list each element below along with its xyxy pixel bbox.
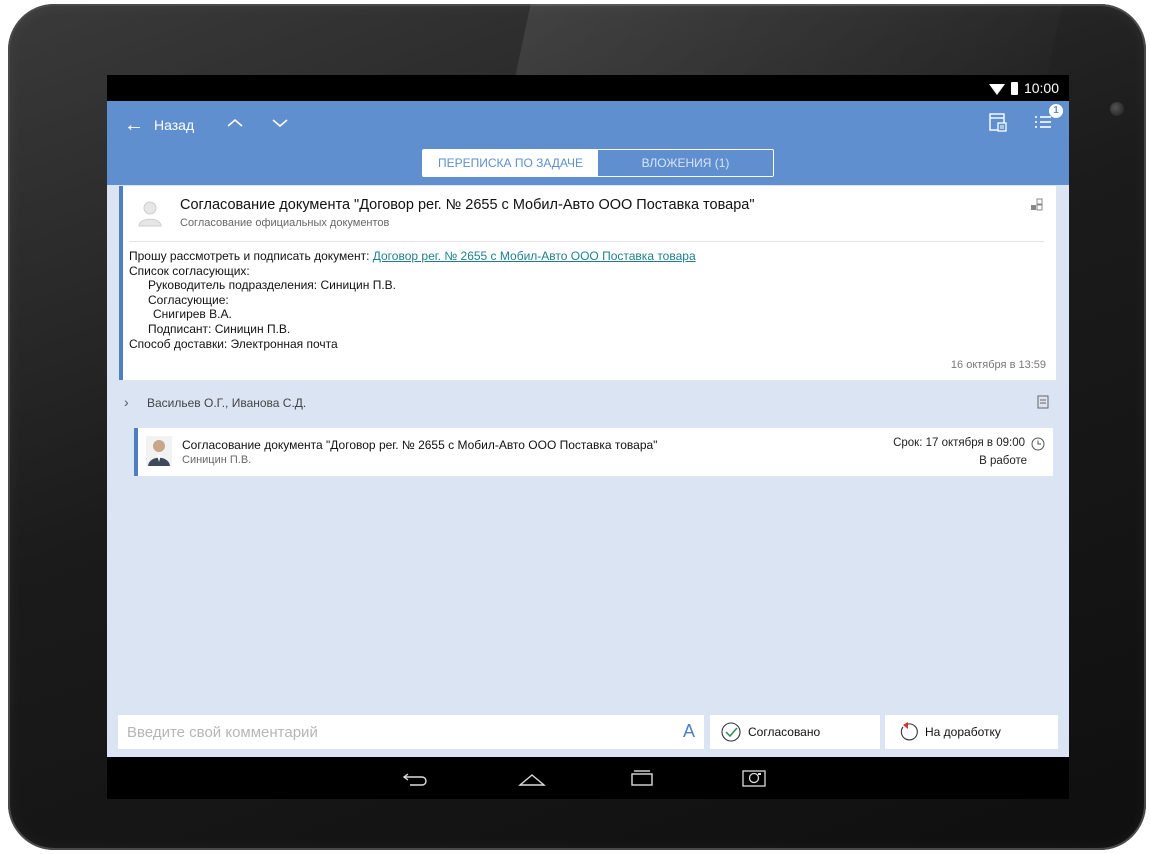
system-nav-bar — [107, 757, 1069, 799]
front-camera — [1110, 102, 1124, 116]
body-line: Снигирев В.А. — [153, 307, 232, 322]
tab-attachments[interactable]: ВЛОЖЕНИЯ (1) — [598, 150, 773, 176]
body-line: Согласующие: — [148, 292, 229, 307]
body-request-line: Прошу рассмотреть и подписать документ: … — [129, 249, 696, 264]
message-subtitle: Согласование официальных документов — [180, 217, 390, 229]
recents-nav-icon[interactable] — [629, 766, 655, 788]
body-line: Подписант: Синицин П.В. — [148, 321, 291, 336]
return-for-revision-button[interactable]: На доработку — [885, 715, 1058, 749]
task-due-date: Срок: 17 октября в 09:00 — [893, 437, 1025, 449]
user-placeholder-icon — [135, 198, 165, 228]
card-divider — [129, 241, 1044, 242]
chevron-right-icon[interactable]: › — [124, 394, 129, 410]
message-title: Согласование документа "Договор рег. № 2… — [180, 197, 755, 213]
document-link[interactable]: Договор рег. № 2655 с Мобил-Авто ООО Пос… — [373, 249, 696, 263]
tab-bar: ПЕРЕПИСКА ПО ЗАДАЧЕ ВЛОЖЕНИЯ (1) — [422, 149, 774, 177]
chevron-down-icon[interactable] — [269, 112, 291, 134]
message-body: Прошу рассмотреть и подписать документ: … — [129, 249, 696, 351]
body-line: Руководитель подразделения: Синицин П.В. — [148, 278, 396, 293]
task-assignee: Синицин П.В. — [182, 454, 252, 466]
clock-icon — [1031, 437, 1045, 451]
comment-box: A — [118, 715, 704, 749]
home-nav-icon[interactable] — [517, 766, 546, 788]
status-indicators: 10:00 — [988, 80, 1059, 96]
font-format-button[interactable]: A — [683, 721, 695, 742]
status-time: 10:00 — [1023, 80, 1059, 96]
status-bar: 10:00 — [107, 75, 1069, 101]
task-title: Согласование документа "Договор рег. № 2… — [182, 438, 658, 452]
participants-row[interactable]: › Васильев О.Г., Иванова С.Д. — [119, 393, 1057, 415]
app-bar: ← Назад 1 ПЕРЕПИСКА ПО ЗАДАЧЕ ВЛОЖЕНИЯ (… — [107, 101, 1069, 185]
battery-icon — [1010, 81, 1018, 95]
approve-label: Согласовано — [748, 725, 821, 739]
back-button[interactable]: ← Назад — [124, 113, 194, 137]
action-bar: A Согласовано На доработку — [107, 707, 1069, 757]
arrow-left-icon: ← — [124, 114, 144, 136]
task-status: В работе — [979, 455, 1027, 467]
task-row[interactable]: Согласование документа "Договор рег. № 2… — [134, 428, 1053, 476]
body-prefix: Прошу рассмотреть и подписать документ: — [129, 249, 373, 263]
screen: 10:00 ← Назад 1 ПЕРЕПИСКА ПО ЗАДАЧЕ ВЛОЖ… — [107, 75, 1069, 799]
back-nav-icon[interactable] — [402, 766, 428, 788]
list-icon[interactable]: 1 — [1031, 104, 1063, 135]
comment-input[interactable] — [125, 715, 669, 749]
body-line: Способ доставки: Электронная почта — [129, 336, 338, 351]
calendar-icon[interactable] — [985, 109, 1011, 135]
participants-label: Васильев О.Г., Иванова С.Д. — [147, 396, 307, 410]
message-card: Согласование документа "Договор рег. № 2… — [119, 186, 1056, 380]
body-line: Список согласующих: — [129, 263, 250, 278]
document-icon[interactable] — [1037, 395, 1049, 409]
undo-icon — [900, 722, 918, 741]
tab-correspondence[interactable]: ПЕРЕПИСКА ПО ЗАДАЧЕ — [423, 150, 598, 176]
notification-badge: 1 — [1049, 104, 1063, 118]
back-label: Назад — [154, 117, 195, 133]
grid-menu-icon[interactable] — [1030, 198, 1044, 212]
check-circle-icon — [721, 722, 741, 742]
approve-button[interactable]: Согласовано — [710, 715, 880, 749]
camera-icon[interactable] — [741, 766, 767, 788]
chevron-up-icon[interactable] — [224, 112, 246, 134]
avatar — [146, 436, 172, 466]
wifi-icon — [988, 83, 1005, 95]
return-label: На доработку — [925, 725, 1001, 739]
message-timestamp: 16 октября в 13:59 — [950, 359, 1046, 371]
